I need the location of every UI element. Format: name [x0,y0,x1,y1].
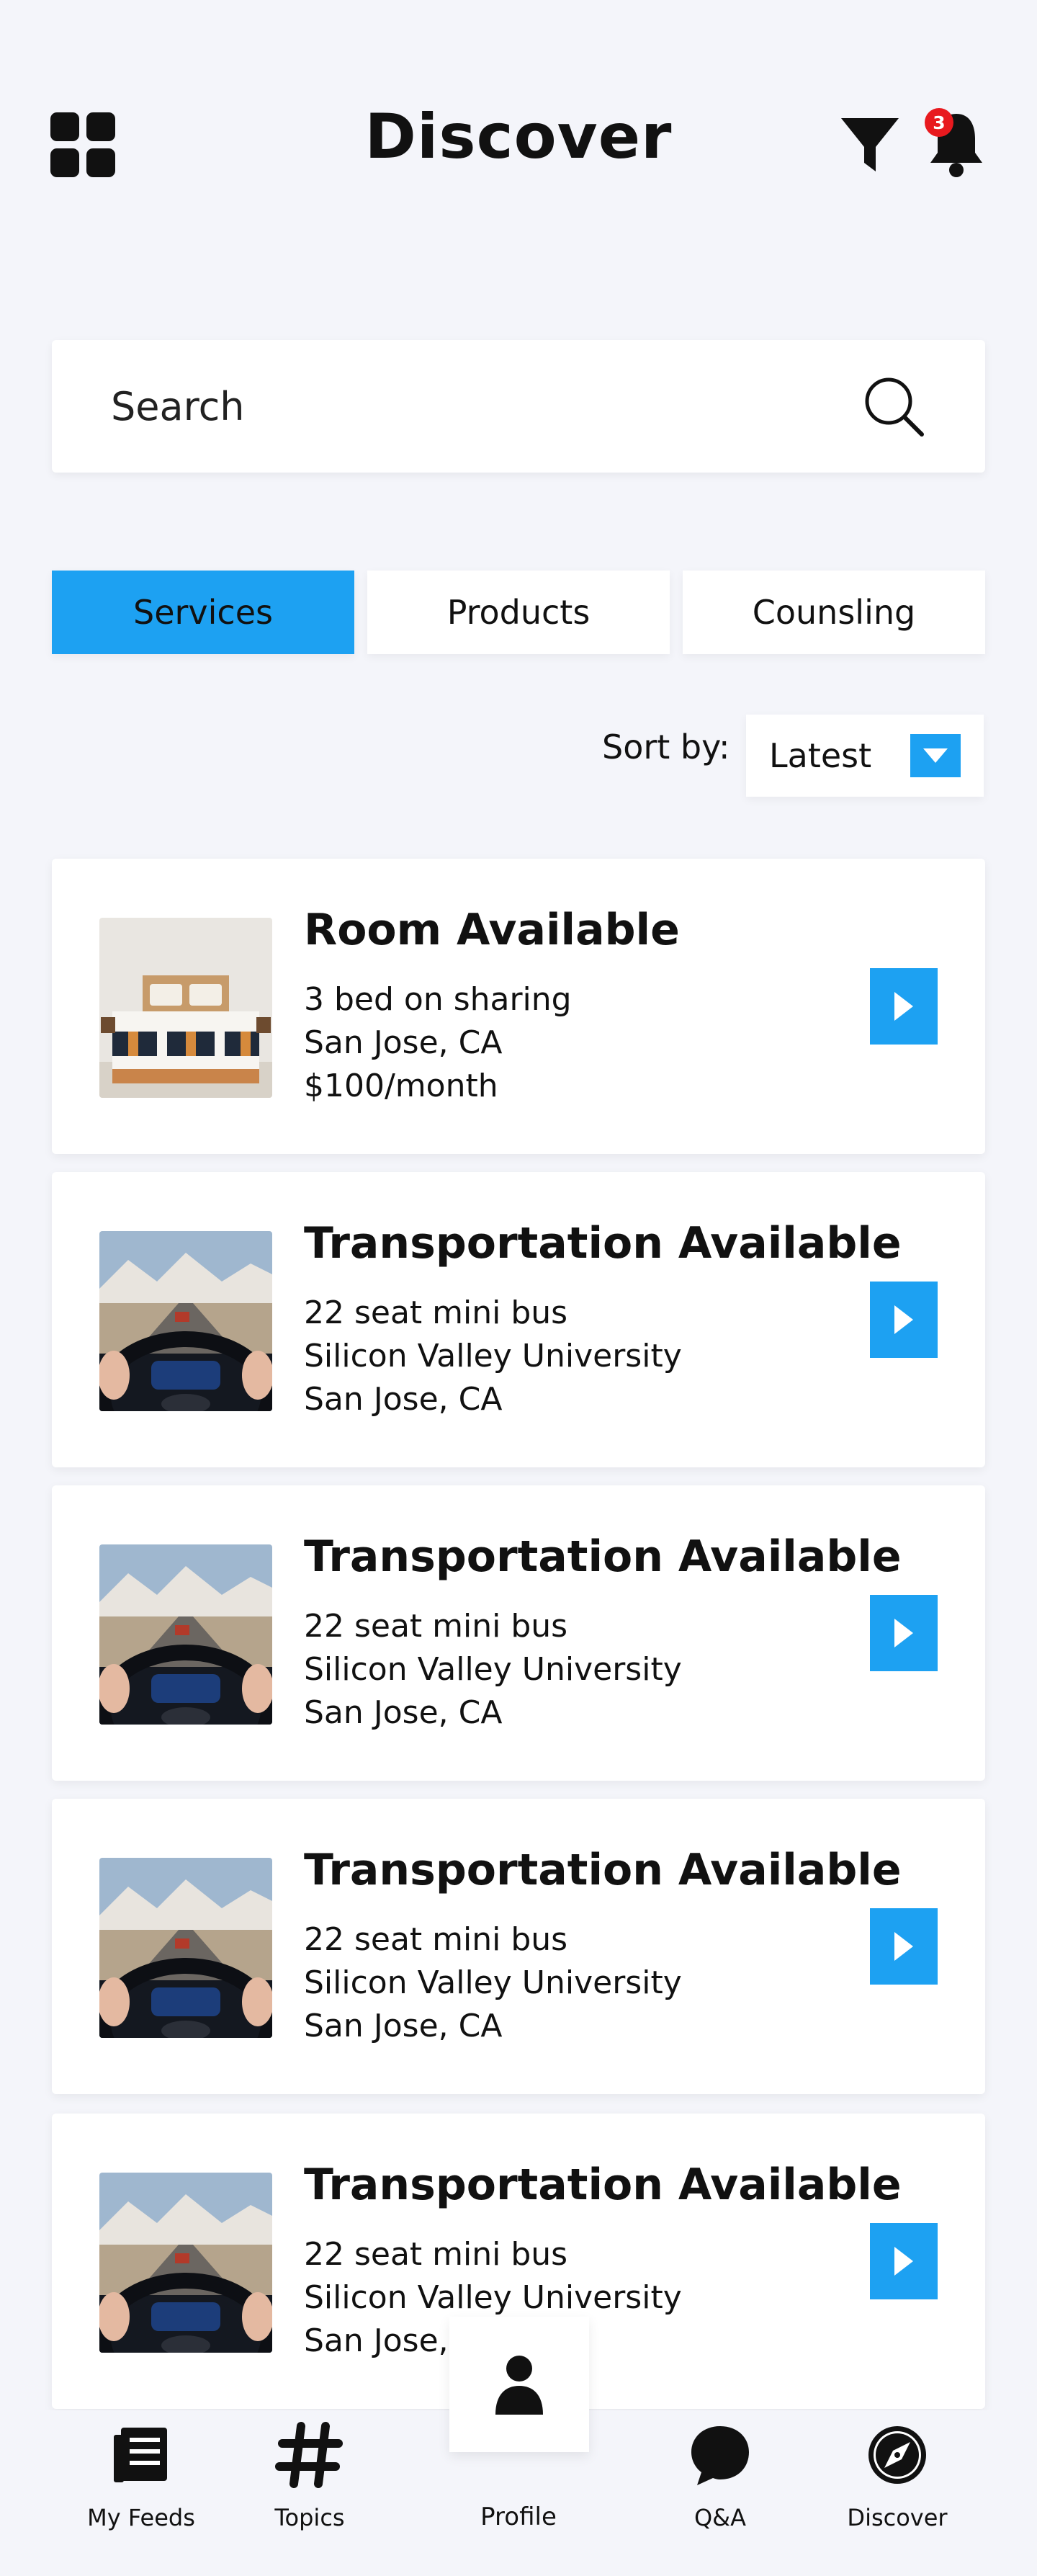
listing-title: Transportation Available [304,2160,902,2210]
play-arrow-icon [894,1619,913,1647]
listing-card[interactable]: Transportation Available 22 seat mini bu… [52,1485,985,1781]
filter-icon[interactable] [840,115,900,176]
steering-wheel-image [99,2173,272,2353]
nav-profile[interactable] [449,2317,589,2452]
tab-services[interactable]: Services [52,571,354,654]
open-listing-button[interactable] [870,1595,938,1671]
listing-detail: 3 bed on sharing [304,981,572,1018]
listing-title: Transportation Available [304,1845,902,1895]
listing-price: $100/month [304,1068,498,1104]
tab-counsling[interactable]: Counsling [683,571,985,654]
chevron-down-icon[interactable] [910,734,961,777]
play-arrow-icon [894,1305,913,1334]
hashtag-icon [275,2422,343,2488]
listing-detail: 22 seat mini bus [304,2236,568,2273]
tab-products[interactable]: Products [367,571,670,654]
compass-icon [868,2426,926,2484]
listing-card[interactable]: Transportation Available 22 seat mini bu… [52,1799,985,2094]
steering-wheel-image [99,1544,272,1725]
nav-label: Profile [480,2503,557,2531]
nav-label: Q&A [693,2504,747,2531]
listing-organization: Silicon Valley University [304,2279,682,2316]
nav-label: My Feeds [87,2504,195,2531]
bedroom-image [99,918,272,1098]
open-listing-button[interactable] [870,1908,938,1985]
notification-badge: 3 [925,108,953,137]
listing-card[interactable]: Transportation Available 22 seat mini bu… [52,1172,985,1467]
steering-wheel-image [99,1231,272,1411]
nav-topics[interactable]: Topics [230,2420,389,2531]
sort-value: Latest [769,736,872,775]
play-arrow-icon [894,1932,913,1961]
open-listing-button[interactable] [870,968,938,1045]
listing-card[interactable]: Room Available 3 bed on sharing San Jose… [52,859,985,1154]
listing-detail: 22 seat mini bus [304,1921,568,1958]
play-arrow-icon [894,992,913,1021]
listing-location: San Jose, CA [304,1381,503,1418]
listing-organization: Silicon Valley University [304,1964,682,2001]
listing-detail: 22 seat mini bus [304,1294,568,1331]
listing-organization: Silicon Valley University [304,1338,682,1374]
listing-detail: 22 seat mini bus [304,1608,568,1645]
nav-discover[interactable]: Discover [818,2420,977,2531]
nav-qa[interactable]: Q&A [641,2420,799,2531]
listing-location: San Jose, CA [304,2008,503,2044]
person-icon [495,2356,543,2415]
search-input[interactable]: Search [52,340,985,473]
open-listing-button[interactable] [870,1282,938,1358]
open-listing-button[interactable] [870,2223,938,2299]
chat-bubble-icon [691,2426,749,2485]
sort-dropdown[interactable]: Latest [746,715,984,797]
play-arrow-icon [894,2247,913,2276]
nav-my-feeds[interactable]: My Feeds [62,2420,220,2531]
nav-label: Topics [274,2504,345,2531]
listing-organization: Silicon Valley University [304,1651,682,1688]
search-icon[interactable] [861,374,926,439]
listing-title: Transportation Available [304,1218,902,1269]
listing-location: San Jose, CA [304,1694,503,1731]
steering-wheel-image [99,1858,272,2038]
listing-title: Transportation Available [304,1531,902,1582]
sort-label: Sort by: [602,728,730,766]
nav-label: Discover [847,2504,948,2531]
listing-title: Room Available [304,905,680,955]
listing-location: San Jose, CA [304,1024,503,1061]
feed-icon [114,2428,167,2482]
search-placeholder: Search [111,383,245,429]
